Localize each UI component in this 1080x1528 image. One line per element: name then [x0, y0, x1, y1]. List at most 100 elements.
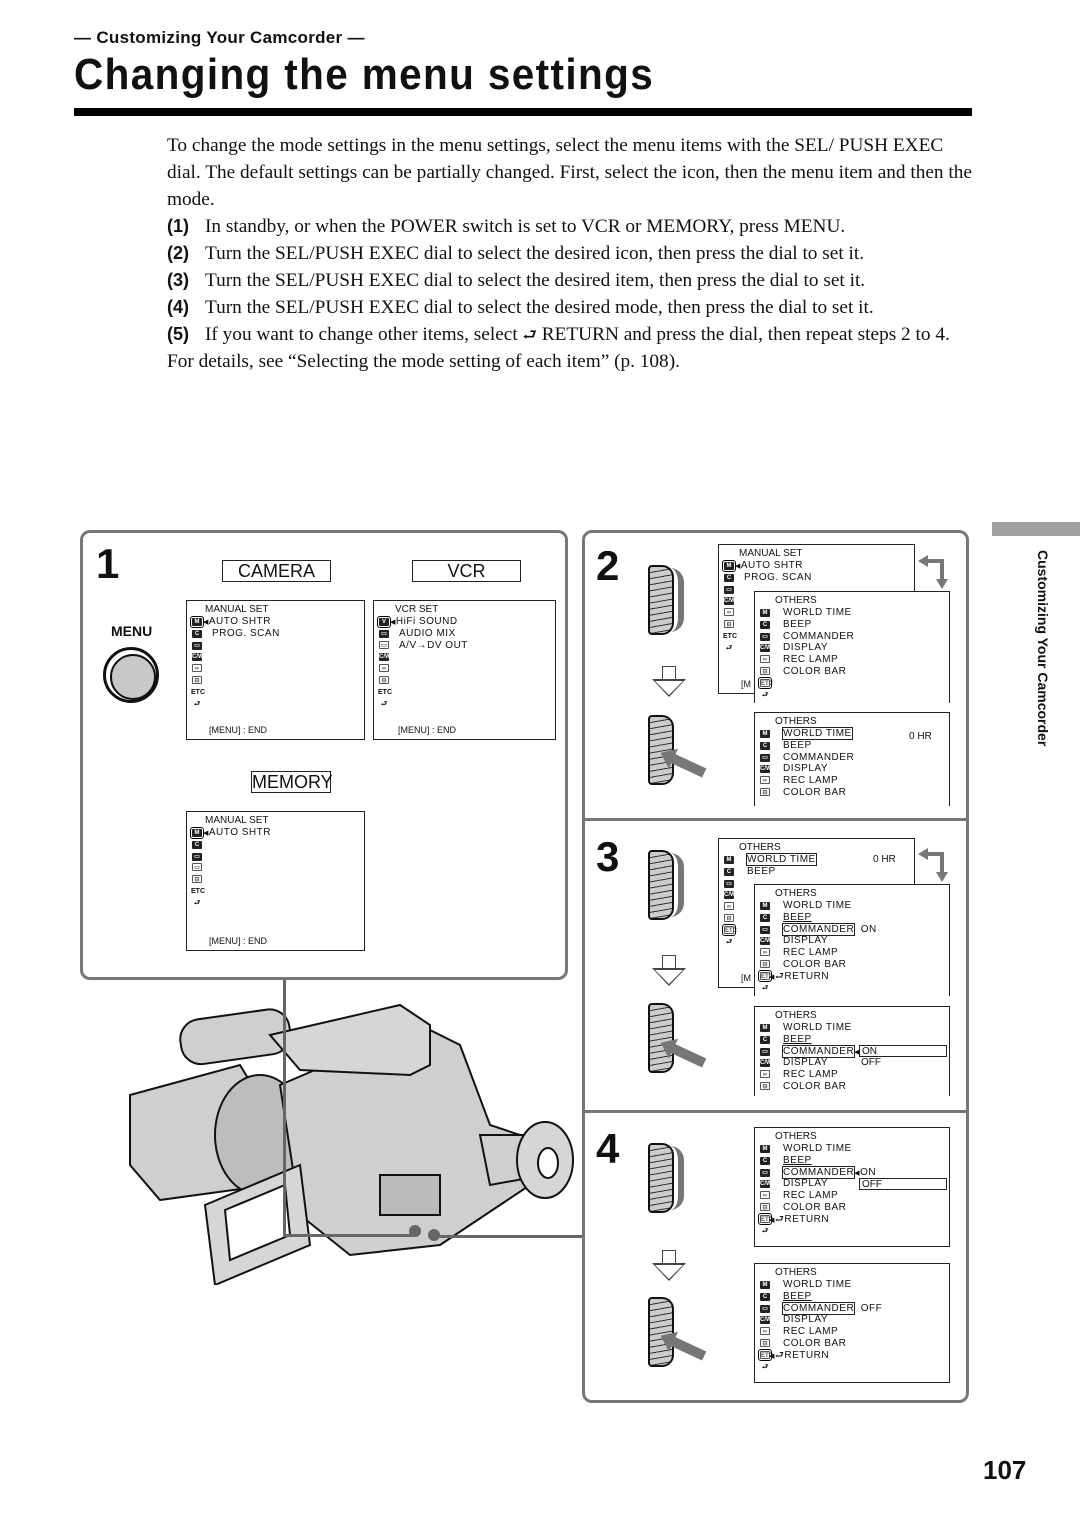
vcr-mode-label: VCR: [412, 560, 521, 582]
menu-item[interactable]: REC LAMP: [783, 947, 877, 959]
menu-item[interactable]: DISPLAY: [783, 642, 854, 654]
menu-item[interactable]: COLOR BAR: [783, 1338, 882, 1350]
menu-item[interactable]: BEEP: [783, 912, 877, 924]
menu-item[interactable]: WORLD TIME: [783, 1143, 876, 1155]
others-screen: OTHERS M C ▭ C/W ∞ ⊟ WORLD TIME BEEP COM…: [754, 1006, 950, 1096]
menu-item[interactable]: PROG. SCAN: [203, 628, 280, 640]
menu-item[interactable]: AUDIO MIX: [390, 628, 468, 640]
return-icon: ⮐: [761, 1227, 769, 1235]
camera-set-icon: C: [723, 866, 735, 878]
menu-item[interactable]: REC LAMP: [783, 1069, 860, 1081]
memory-set-icon: ▭: [378, 640, 390, 652]
leader-line: [283, 980, 286, 1237]
return-icon: ⮐: [761, 691, 769, 699]
menu-button[interactable]: [103, 647, 159, 703]
menu-item[interactable]: ◀AUTO SHTR: [203, 827, 271, 839]
menu-item[interactable]: BEEP: [783, 1291, 882, 1303]
screen-title: VCR SET: [395, 604, 439, 615]
menu-item[interactable]: REC LAMP: [783, 1326, 882, 1338]
menu-item-selected[interactable]: COMMANDER OFF: [781, 1301, 882, 1315]
tape-set-icon: ∞: [723, 901, 735, 913]
setup-menu-icon: ⊟: [759, 959, 771, 971]
screen-title: MANUAL SET: [205, 815, 269, 826]
tape-set-icon: ∞: [759, 1069, 771, 1081]
menu-item[interactable]: REC LAMP: [783, 1190, 876, 1202]
memory-set-icon: ▭: [191, 862, 203, 874]
section-tab-marker: [992, 522, 1080, 536]
side-section-label: Customizing Your Camcorder: [1035, 550, 1051, 747]
lcd-set-icon: ▭: [759, 1167, 771, 1179]
menu-item[interactable]: COLOR BAR: [783, 1202, 876, 1214]
menu-item[interactable]: ◀AUTO SHTR: [203, 616, 280, 628]
cm-set-icon: C/W: [760, 937, 772, 946]
vcr-set-icon: V: [377, 616, 391, 628]
menu-item[interactable]: COLOR BAR: [783, 959, 877, 971]
leader-line: [283, 1234, 413, 1237]
menu-item-selected[interactable]: COMMANDER ON: [781, 922, 877, 936]
menu-item[interactable]: DISPLAY: [783, 1314, 882, 1326]
option-off[interactable]: OFF: [861, 1057, 881, 1069]
memory-menu-screen: MANUAL SET M C ▭ ▭ ⊟ ETC ⮐ ◀AUTO SHTR [M…: [186, 811, 365, 951]
menu-item[interactable]: COMMANDER: [783, 752, 854, 764]
menu-item-selected[interactable]: COMMANDER◀ON: [781, 1165, 876, 1179]
menu-item[interactable]: PROG. SCAN: [735, 572, 812, 584]
rotate-arrow-icon: [670, 853, 684, 917]
menu-item[interactable]: COLOR BAR: [783, 787, 854, 799]
menu-item[interactable]: WORLD TIME: [783, 1279, 882, 1291]
menu-item[interactable]: WORLD TIME: [783, 900, 877, 912]
return-icon: ⮐: [193, 899, 201, 907]
return-icon: ⮐: [761, 984, 769, 992]
etc-icon: ETC: [191, 688, 205, 696]
menu-item[interactable]: BEEP: [783, 740, 854, 752]
menu-item[interactable]: COMMANDER: [783, 631, 854, 643]
icon-column: V ▭ ▭ C/W ∞ ⊟ ETC ⮐: [377, 616, 392, 710]
setup-menu-icon: ⊟: [191, 675, 203, 687]
menu-item[interactable]: REC LAMP: [783, 654, 854, 666]
menu-item[interactable]: DISPLAY: [783, 763, 854, 775]
lcd-set-icon: ▭: [759, 752, 771, 764]
return-item[interactable]: ◀⮐RETURN: [769, 1350, 882, 1362]
menu-end-hint: [MENU] : END: [209, 936, 268, 947]
menu-item-selected[interactable]: WORLD TIME: [746, 853, 817, 866]
option-off-selected[interactable]: OFF: [859, 1178, 947, 1190]
menu-item[interactable]: BEEP: [783, 619, 854, 631]
menu-item[interactable]: ◀HiFi SOUND: [390, 616, 468, 628]
return-item[interactable]: ◀⮐RETURN: [769, 1214, 876, 1226]
divider: [582, 1110, 969, 1113]
down-arrow-icon: [652, 666, 686, 698]
menu-end-hint: [MENU] : END: [398, 725, 457, 736]
down-arrow-icon: [652, 1250, 686, 1282]
setup-menu-icon: ⊟: [759, 1202, 771, 1214]
return-item[interactable]: ◀⮐RETURN: [769, 971, 877, 983]
menu-item-selected[interactable]: COMMANDER◀: [781, 1044, 860, 1058]
menu-end-hint: [MENU] : END: [209, 725, 268, 736]
camera-set-icon: C: [191, 628, 203, 640]
step-4-number: 4: [596, 1125, 620, 1172]
icon-column: M C ▭ C/W ∞ ⊟ ETC ⮐: [190, 616, 205, 710]
handle: [268, 1003, 431, 1077]
menu-item[interactable]: ◀AUTO SHTR: [735, 560, 812, 572]
option-on-selected[interactable]: ON: [859, 1045, 947, 1057]
etc-icon: ETC: [758, 676, 773, 689]
menu-item-selected[interactable]: WORLD TIME: [782, 727, 854, 740]
lcd-set-icon: ▭: [191, 640, 203, 652]
cm-set-icon: C/W: [760, 1316, 772, 1325]
cm-set-icon: C/W: [724, 891, 736, 900]
cm-set-icon: C/W: [760, 1059, 772, 1068]
vcr-menu-screen: VCR SET V ▭ ▭ C/W ∞ ⊟ ETC ⮐ ◀HiFi SOUND …: [373, 600, 556, 740]
menu-item[interactable]: A/V→DV OUT: [390, 640, 468, 652]
lcd-set-icon: ▭: [191, 851, 203, 863]
menu-item[interactable]: BEEP: [747, 866, 816, 878]
menu-item[interactable]: COLOR BAR: [783, 1081, 860, 1093]
menu-item[interactable]: WORLD TIME: [783, 1022, 860, 1034]
menu-item[interactable]: DISPLAY: [783, 935, 877, 947]
menu-item[interactable]: REC LAMP: [783, 775, 854, 787]
cm-set-icon: C/W: [760, 1180, 772, 1189]
menu-item[interactable]: BEEP: [783, 1034, 860, 1046]
menu-item[interactable]: COLOR BAR: [783, 666, 854, 678]
menu-item[interactable]: WORLD TIME: [783, 607, 854, 619]
menu-item[interactable]: BEEP: [783, 1155, 876, 1167]
manual-set-icon: M: [190, 827, 204, 839]
menu-item[interactable]: DISPLAY: [783, 1057, 860, 1069]
camera-set-icon: C: [759, 912, 771, 924]
